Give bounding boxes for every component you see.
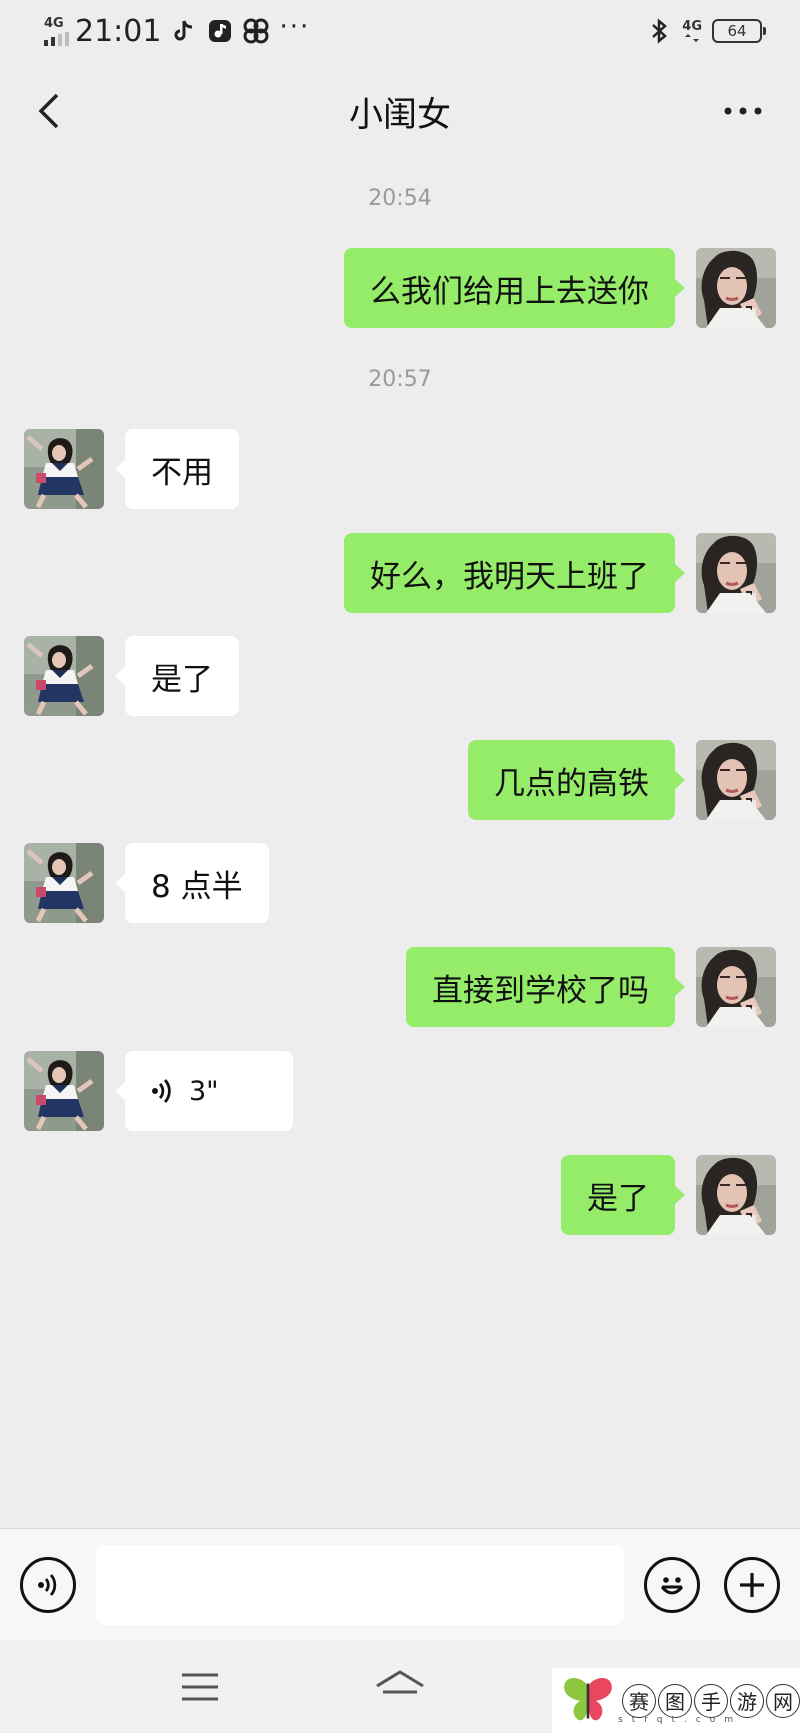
battery-level: 64	[727, 22, 747, 40]
network-type: 4G	[44, 15, 64, 31]
message-text: 不用	[151, 454, 213, 491]
back-button[interactable]	[24, 86, 74, 136]
message-text: 是了	[587, 1180, 649, 1217]
timestamp: 20:54	[368, 186, 432, 211]
watermark-text: 赛 图 手 游 网	[622, 1683, 800, 1718]
pinwheel-icon	[243, 18, 269, 44]
data-arrows-icon	[685, 33, 700, 42]
tiktok-icon	[171, 18, 197, 44]
home-button[interactable]	[370, 1662, 430, 1712]
message-text: 直接到学校了吗	[432, 972, 649, 1009]
my-avatar[interactable]	[696, 1155, 776, 1235]
sent-message-bubble[interactable]: 好么，我明天上班了	[344, 533, 685, 613]
chat-input-bar	[0, 1528, 800, 1640]
music-app-icon	[207, 18, 233, 44]
timestamp: 20:57	[368, 367, 432, 392]
received-message-bubble[interactable]: 8 点半	[115, 843, 269, 923]
voice-wave-icon	[151, 1077, 173, 1105]
ellipsis-icon	[724, 107, 762, 115]
sent-message-bubble[interactable]: 直接到学校了吗	[406, 947, 685, 1027]
voice-message-bubble[interactable]: 3"	[115, 1051, 293, 1131]
message-text: 8 点半	[151, 868, 243, 905]
more-dots-icon: ···	[279, 12, 311, 42]
watermark-char: 游	[730, 1683, 764, 1718]
more-options-button[interactable]	[718, 86, 768, 136]
watermark-char: 网	[766, 1683, 800, 1718]
my-avatar[interactable]	[696, 533, 776, 613]
message-text: 么我们给用上去送你	[370, 273, 649, 310]
my-avatar[interactable]	[696, 947, 776, 1027]
chat-title: 小闺女	[349, 94, 451, 135]
chevron-left-icon	[38, 93, 59, 129]
message-input[interactable]	[96, 1545, 624, 1625]
more-features-button[interactable]	[724, 1557, 780, 1613]
message-text: 几点的高铁	[494, 765, 649, 802]
contact-avatar[interactable]	[24, 429, 104, 509]
contact-avatar[interactable]	[24, 636, 104, 716]
mobile-data: 4G	[682, 20, 702, 43]
status-bar: 4G 21:01 ··· 4G 64	[0, 0, 800, 62]
cell-signal: 4G	[44, 17, 69, 46]
my-avatar[interactable]	[696, 248, 776, 328]
chat-header: 小闺女	[0, 62, 800, 160]
watermark-char: 赛	[622, 1683, 656, 1718]
watermark-char: 图	[658, 1683, 692, 1718]
watermark-url: strqt.com	[618, 1715, 743, 1725]
sent-message-bubble[interactable]: 么我们给用上去送你	[344, 248, 685, 328]
watermark-char: 手	[694, 1683, 728, 1718]
status-time: 21:01	[75, 13, 162, 49]
emoji-button[interactable]	[644, 1557, 700, 1613]
menu-icon	[182, 1673, 218, 1701]
message-text: 是了	[151, 661, 213, 698]
received-message-bubble[interactable]: 不用	[115, 429, 239, 509]
voice-duration: 3"	[189, 1075, 219, 1107]
menu-button[interactable]	[170, 1662, 230, 1712]
sent-message-bubble[interactable]: 是了	[561, 1155, 685, 1235]
contact-avatar[interactable]	[24, 843, 104, 923]
signal-bars-icon	[44, 31, 69, 46]
voice-input-button[interactable]	[20, 1557, 76, 1613]
my-avatar[interactable]	[696, 740, 776, 820]
sent-message-bubble[interactable]: 几点的高铁	[468, 740, 685, 820]
watermark: 赛 图 手 游 网 strqt.com	[552, 1668, 800, 1733]
emoji-icon	[660, 1577, 684, 1595]
received-message-bubble[interactable]: 是了	[115, 636, 239, 716]
contact-avatar[interactable]	[24, 1051, 104, 1131]
bluetooth-icon	[646, 18, 672, 44]
home-icon	[376, 1670, 424, 1694]
message-text: 好么，我明天上班了	[370, 558, 649, 595]
battery-indicator: 64	[712, 19, 766, 43]
butterfly-logo-icon	[564, 1677, 612, 1720]
plus-icon	[740, 1573, 764, 1597]
voice-input-icon	[38, 1574, 57, 1596]
network-type-right: 4G	[682, 18, 702, 34]
